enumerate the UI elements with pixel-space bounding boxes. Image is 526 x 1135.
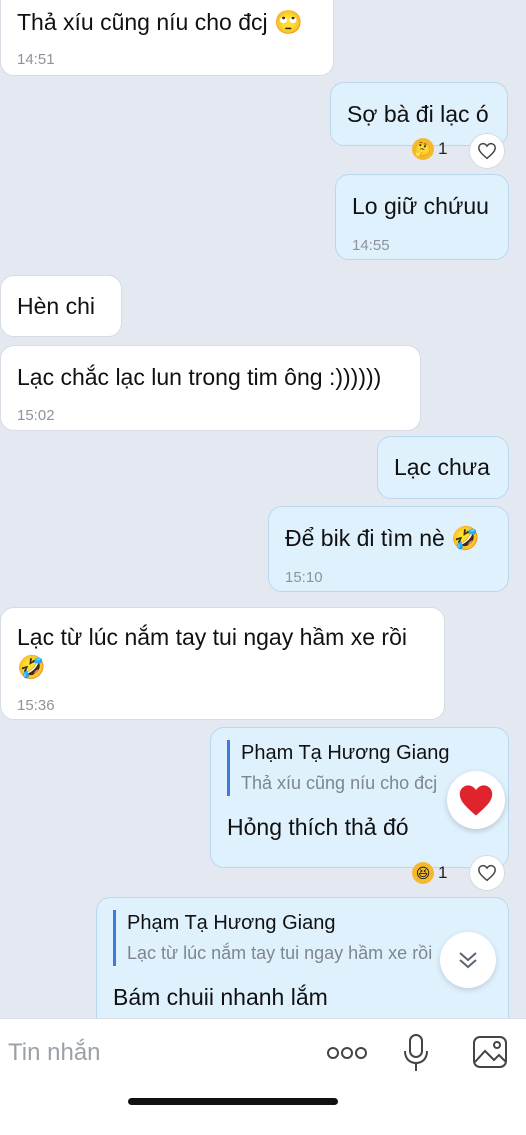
message-input-bar: Tin nhắn	[0, 1018, 526, 1135]
quote-text: Thả xíu cũng níu cho đcj	[241, 773, 438, 793]
message-text: Thả xíu cũng níu cho đcj 🙄	[17, 9, 303, 35]
home-indicator	[128, 1098, 338, 1105]
quote-sender-name: Phạm Tạ Hương Giang	[127, 912, 336, 934]
message-bubble-incoming[interactable]: Lạc từ lúc nắm tay tui ngay hầm xe rồi 🤣…	[0, 607, 445, 720]
quote-bar	[227, 740, 230, 796]
message-bubble-incoming[interactable]: Lạc chắc lạc lun trong tim ông :)))))) 1…	[0, 345, 421, 431]
quote-sender-name: Phạm Tạ Hương Giang	[241, 742, 450, 764]
reaction-count: 1	[438, 139, 448, 158]
message-time: 14:55	[352, 237, 390, 254]
heart-icon	[478, 142, 496, 160]
message-text: Lạc chưa	[394, 454, 490, 480]
message-time: 15:36	[17, 697, 55, 714]
image-icon	[473, 1036, 507, 1068]
message-bubble-outgoing[interactable]: Lạc chưa	[377, 436, 509, 499]
message-time: 15:02	[17, 407, 55, 424]
message-bubble-outgoing[interactable]: Lo giữ chứuu 14:55	[335, 174, 509, 260]
message-bubble-incoming[interactable]: Thả xíu cũng níu cho đcj 🙄 14:51	[0, 0, 334, 76]
react-button[interactable]	[469, 133, 505, 169]
quote-bar	[113, 910, 116, 966]
heart-filled-icon	[459, 785, 493, 816]
message-text: Bám chuii nhanh lắm	[113, 984, 328, 1010]
voice-button[interactable]	[402, 1033, 430, 1073]
message-text: Lo giữ chứuu	[352, 193, 489, 219]
reaction-emoji-icon: 🤔	[412, 138, 434, 160]
message-emoji: 🤣	[17, 654, 46, 680]
react-button[interactable]	[469, 855, 505, 891]
message-text: Để bik đi tìm nè 🤣	[285, 525, 480, 551]
message-bubble-outgoing[interactable]: Để bik đi tìm nè 🤣 15:10	[268, 506, 509, 592]
reaction-badge[interactable]: 🤔 1	[412, 138, 447, 160]
message-bubble-incoming[interactable]: Hèn chi	[0, 275, 122, 337]
message-text: Hỏng thích thả đó	[227, 814, 409, 840]
quote-text: Lạc từ lúc nắm tay tui ngay hầm xe rồi	[127, 943, 433, 963]
reaction-badge[interactable]: 😆 1	[412, 862, 447, 884]
chat-area[interactable]: Thả xíu cũng níu cho đcj 🙄 14:51 Sợ bà đ…	[0, 0, 526, 1018]
heart-icon	[478, 864, 496, 882]
chevron-down-icon	[459, 952, 477, 969]
more-icon	[327, 1047, 367, 1059]
reaction-popup[interactable]	[447, 771, 505, 829]
scroll-to-bottom-button[interactable]	[440, 932, 496, 988]
message-text: Lạc chắc lạc lun trong tim ông :))))))	[17, 364, 382, 390]
gallery-button[interactable]	[472, 1035, 508, 1069]
message-text: Sợ bà đi lạc ó	[347, 101, 489, 127]
message-text: Lạc từ lúc nắm tay tui ngay hầm xe rồi	[17, 624, 407, 650]
message-input[interactable]: Tin nhắn	[8, 1039, 101, 1067]
reaction-emoji-icon: 😆	[412, 862, 434, 884]
more-button[interactable]	[326, 1041, 368, 1065]
message-text: Hèn chi	[17, 293, 95, 319]
microphone-icon	[404, 1034, 428, 1071]
reaction-count: 1	[438, 863, 448, 882]
message-time: 15:10	[285, 569, 323, 586]
message-time: 14:51	[17, 51, 55, 68]
